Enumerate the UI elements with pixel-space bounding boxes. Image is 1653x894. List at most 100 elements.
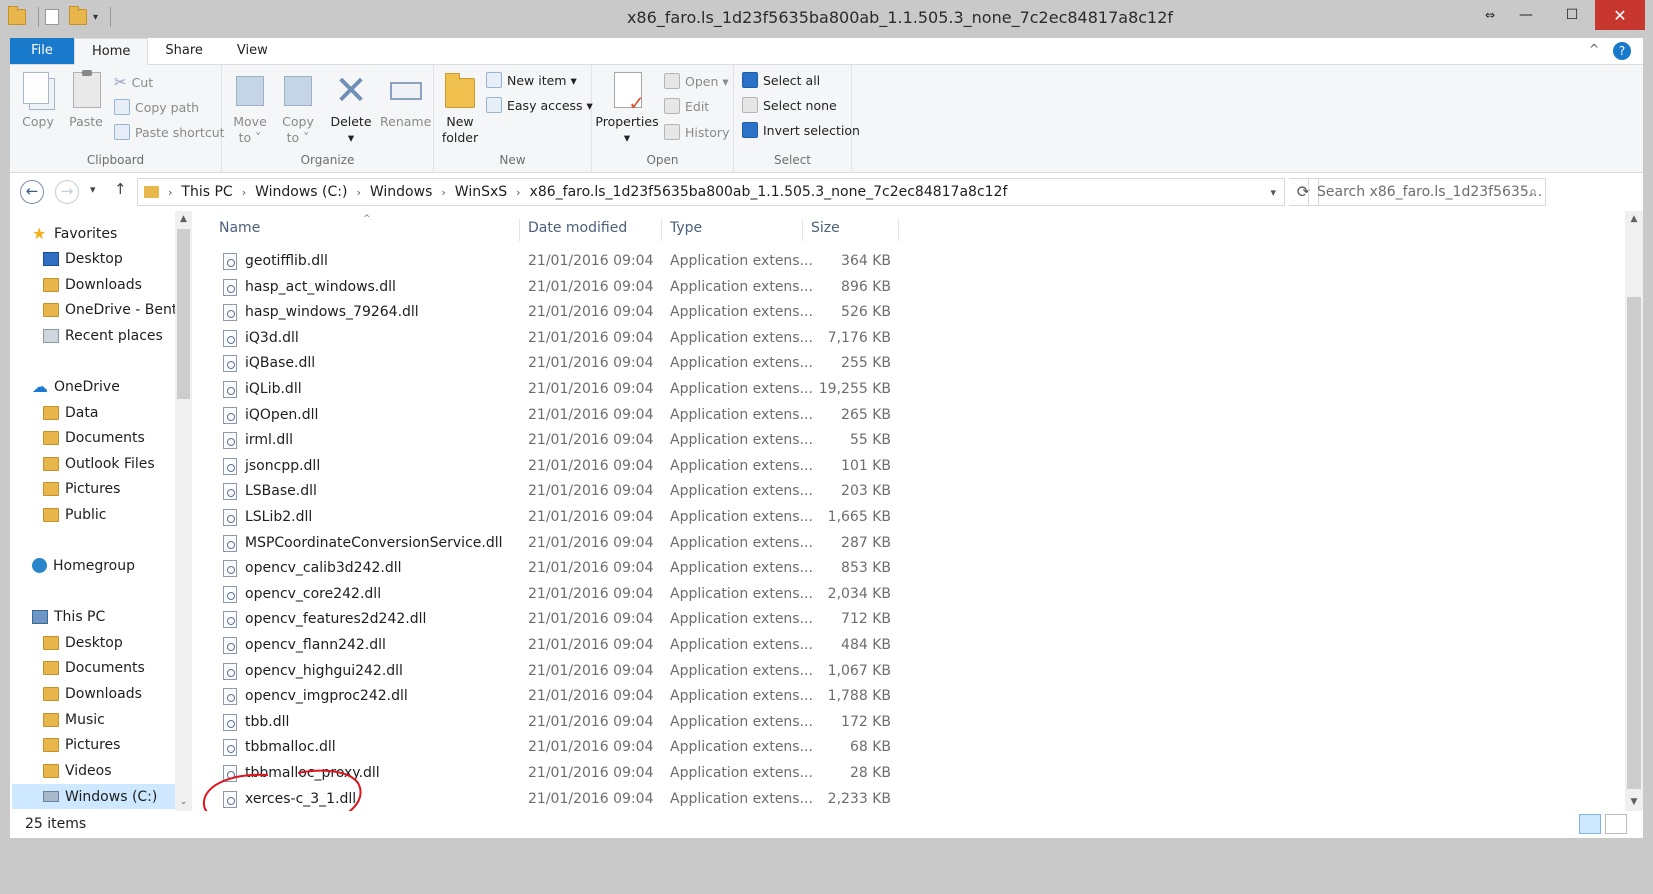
file-row[interactable]: jsoncpp.dll 21/01/2016 09:04 Application e… xyxy=(210,454,910,479)
nav-item-pc-documents[interactable]: Documents xyxy=(43,655,145,680)
properties-button[interactable]: Properties ▾ xyxy=(594,70,660,146)
large-icons-view-button[interactable] xyxy=(1605,814,1627,834)
column-header-name[interactable]: ^ Name xyxy=(210,214,520,241)
minimize-button[interactable]: — xyxy=(1503,0,1549,30)
properties-quick-icon[interactable] xyxy=(45,6,63,28)
tab-share[interactable]: Share xyxy=(148,38,220,64)
scroll-up-icon[interactable]: ▲ xyxy=(175,211,192,228)
file-row[interactable]: iQ3d.dll 21/01/2016 09:04 Application exte… xyxy=(210,326,910,351)
nav-item-downloads[interactable]: Downloads xyxy=(43,272,142,297)
address-dropdown-icon[interactable]: ▾ xyxy=(1270,186,1276,199)
nav-item-pictures[interactable]: Pictures xyxy=(43,476,120,501)
collapse-ribbon-icon[interactable]: ^ xyxy=(1589,42,1599,60)
select-none-button[interactable]: Select none xyxy=(742,94,837,116)
up-button[interactable]: ↑ xyxy=(114,180,127,198)
scroll-down-icon[interactable]: ⌄ xyxy=(175,794,192,811)
edit-button[interactable]: Edit xyxy=(664,95,709,117)
copy-button[interactable]: Copy xyxy=(16,70,60,130)
copy-to-button[interactable]: Copy to ˅ xyxy=(276,70,320,146)
nav-item-public[interactable]: Public xyxy=(43,502,106,527)
paste-shortcut-button[interactable]: Paste shortcut xyxy=(114,121,225,143)
file-row[interactable]: opencv_imgproc242.dll 21/01/2016 09:04 App… xyxy=(210,684,910,709)
nav-item-pc-downloads[interactable]: Downloads xyxy=(43,681,142,706)
nav-item-pc-pictures[interactable]: Pictures xyxy=(43,732,120,757)
file-row[interactable]: opencv_core242.dll 21/01/2016 09:04 Applic… xyxy=(210,582,910,607)
file-row[interactable]: opencv_highgui242.dll 21/01/2016 09:04 App… xyxy=(210,659,910,684)
invert-selection-button[interactable]: Invert selection xyxy=(742,119,860,141)
scroll-thumb[interactable] xyxy=(177,229,190,399)
breadcrumb-separator[interactable]: › xyxy=(239,186,249,199)
breadcrumb-separator[interactable]: › xyxy=(438,186,448,199)
file-row[interactable]: opencv_calib3d242.dll 21/01/2016 09:04 App… xyxy=(210,556,910,581)
close-button[interactable]: ✕ xyxy=(1595,0,1645,30)
nav-item-favorites[interactable]: ★ Favorites xyxy=(32,221,117,246)
search-input[interactable]: Search x86_faro.ls_1d23f5635... ⌕ xyxy=(1308,178,1546,206)
nav-item-data[interactable]: Data xyxy=(43,400,98,425)
scroll-up-icon[interactable]: ▲ xyxy=(1625,211,1643,228)
column-header-date-modified[interactable]: Date modified xyxy=(519,219,662,241)
nav-item-recent-places[interactable]: Recent places xyxy=(43,323,163,348)
nav-item-windows-c[interactable]: Windows (C:) xyxy=(12,784,175,809)
file-row[interactable]: iQOpen.dll 21/01/2016 09:04 Application ex… xyxy=(210,403,910,428)
nav-item-music[interactable]: Music xyxy=(43,707,105,732)
nav-item-homegroup[interactable]: Homegroup xyxy=(32,553,135,578)
tab-view[interactable]: View xyxy=(220,38,285,64)
history-button[interactable]: History xyxy=(664,121,729,143)
nav-pane-scrollbar[interactable]: ▲ ⌄ xyxy=(175,211,192,811)
nav-item-onedrive[interactable]: ☁ OneDrive xyxy=(32,374,120,399)
breadcrumb-separator[interactable]: › xyxy=(513,186,523,199)
file-row[interactable]: LSLib2.dll 21/01/2016 09:04 Application ex… xyxy=(210,505,910,530)
new-item-button[interactable]: New item ▾ xyxy=(486,69,577,91)
nav-item-videos[interactable]: Videos xyxy=(43,758,112,783)
back-button[interactable]: ← xyxy=(20,180,44,204)
file-row[interactable]: hasp_act_windows.dll 21/01/2016 09:04 Appl… xyxy=(210,275,910,300)
open-button[interactable]: Open ▾ xyxy=(664,70,729,92)
nav-item-desktop[interactable]: Desktop xyxy=(43,246,123,271)
file-list-scrollbar[interactable]: ▲ ▼ xyxy=(1625,211,1643,811)
file-row[interactable]: geotifflib.dll 21/01/2016 09:04 Applicatio… xyxy=(210,249,910,274)
file-row[interactable]: iQBase.dll 21/01/2016 09:04 Application ex… xyxy=(210,351,910,376)
delete-button[interactable]: ✕ Delete ▾ xyxy=(326,70,376,146)
breadcrumb-this-pc[interactable]: This PC xyxy=(175,184,238,200)
breadcrumb-winsxs[interactable]: WinSxS xyxy=(449,184,513,200)
new-folder-quick-icon[interactable] xyxy=(69,6,87,28)
breadcrumb-separator[interactable]: › xyxy=(165,186,175,199)
address-bar[interactable]: › This PC › Windows (C:) › Windows › Win… xyxy=(137,178,1285,206)
tab-home[interactable]: Home xyxy=(74,38,149,65)
file-row[interactable]: MSPCoordinateConversionService.dll 21/01/… xyxy=(210,531,910,556)
column-header-size[interactable]: Size xyxy=(802,219,899,241)
file-row[interactable]: irml.dll 21/01/2016 09:04 Application exte… xyxy=(210,428,910,453)
easy-access-button[interactable]: Easy access ▾ xyxy=(486,94,593,116)
breadcrumb-separator[interactable]: › xyxy=(353,186,363,199)
help-icon[interactable]: ? xyxy=(1613,42,1631,60)
tab-file[interactable]: File xyxy=(10,38,74,64)
paste-button[interactable]: Paste xyxy=(64,70,108,130)
file-row[interactable]: LSBase.dll 21/01/2016 09:04 Application ex… xyxy=(210,479,910,504)
nav-item-this-pc[interactable]: This PC xyxy=(32,604,105,629)
breadcrumb-current-folder[interactable]: x86_faro.ls_1d23f5635ba800ab_1.1.505.3_n… xyxy=(524,184,1014,200)
scroll-down-icon[interactable]: ▼ xyxy=(1625,794,1643,811)
new-folder-button[interactable]: New folder xyxy=(438,70,482,146)
nav-item-pc-desktop[interactable]: Desktop xyxy=(43,630,123,655)
file-row[interactable]: hasp_windows_79264.dll 21/01/2016 09:04 Ap… xyxy=(210,300,910,325)
file-row[interactable]: iQLib.dll 21/01/2016 09:04 Application ext… xyxy=(210,377,910,402)
column-header-type[interactable]: Type xyxy=(661,219,803,241)
recent-locations-icon[interactable]: ▾ xyxy=(90,183,96,196)
file-row[interactable]: tbbmalloc.dll 21/01/2016 09:04 Application… xyxy=(210,735,910,760)
nav-item-onedrive-bentley[interactable]: OneDrive - Bentle xyxy=(43,297,184,322)
file-row[interactable]: opencv_flann242.dll 21/01/2016 09:04 Appli… xyxy=(210,633,910,658)
cut-button[interactable]: ✂ Cut xyxy=(114,71,153,93)
maximize-button[interactable]: ☐ xyxy=(1549,0,1595,30)
copy-path-button[interactable]: Copy path xyxy=(114,96,199,118)
breadcrumb-windows[interactable]: Windows xyxy=(364,184,439,200)
rename-button[interactable]: Rename xyxy=(380,70,431,130)
forward-button[interactable]: → xyxy=(55,180,79,204)
nav-item-outlook-files[interactable]: Outlook Files xyxy=(43,451,155,476)
move-to-button[interactable]: Move to ˅ xyxy=(228,70,272,146)
nav-item-documents[interactable]: Documents xyxy=(43,425,145,450)
breadcrumb-windows-c[interactable]: Windows (C:) xyxy=(249,184,353,200)
customize-quick-access-icon[interactable]: ▾ xyxy=(93,12,98,23)
details-view-button[interactable] xyxy=(1579,814,1601,834)
select-all-button[interactable]: Select all xyxy=(742,69,820,91)
file-row[interactable]: tbb.dll 21/01/2016 09:04 Application exten… xyxy=(210,710,910,735)
